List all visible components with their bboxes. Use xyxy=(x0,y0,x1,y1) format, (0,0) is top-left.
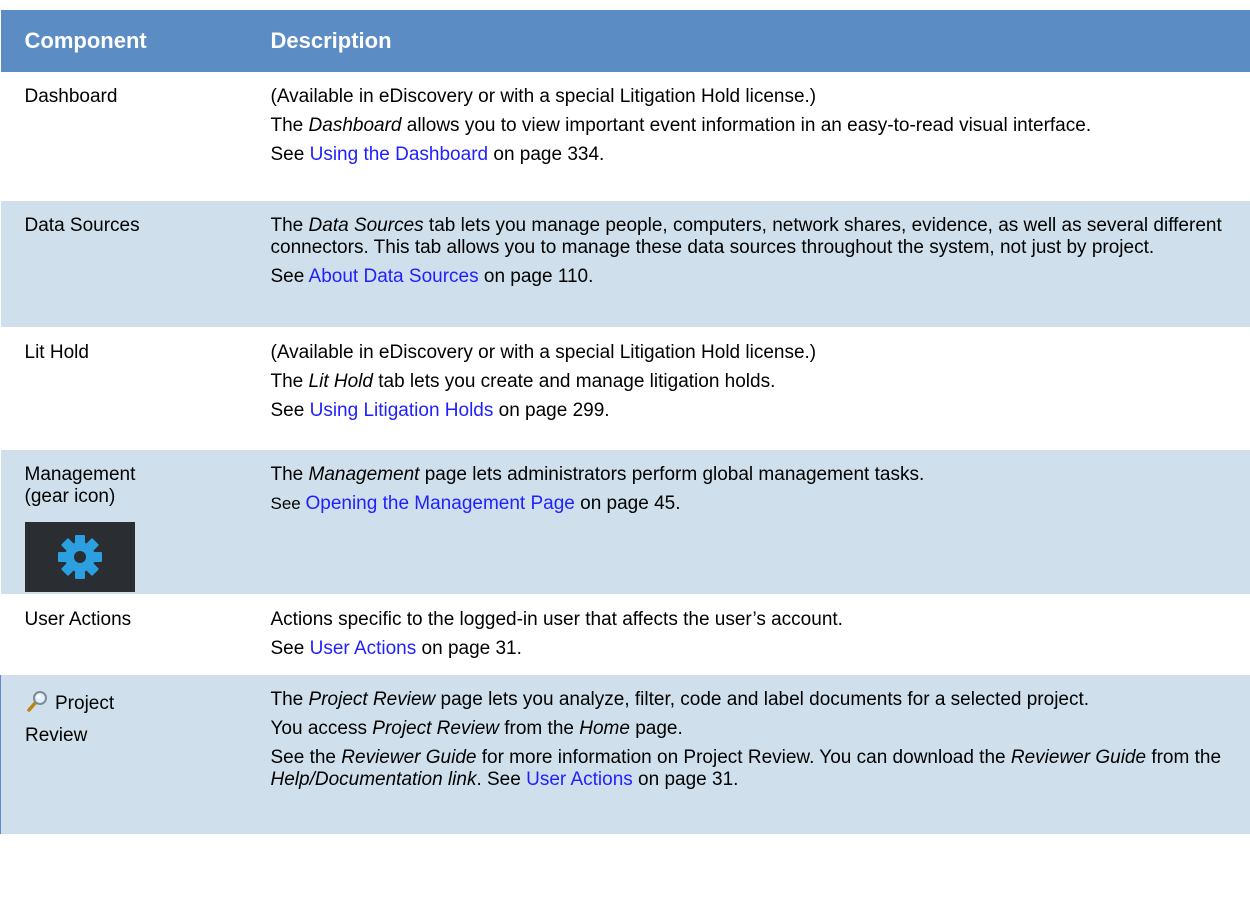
component-description: (Available in eDiscovery or with a speci… xyxy=(254,327,1250,450)
link-using-litigation-holds[interactable]: Using Litigation Holds xyxy=(310,400,494,421)
table-row-management: Management (gear icon) The Management pa… xyxy=(0,449,1250,595)
header-description: Description xyxy=(254,10,1250,72)
component-description: Actions specific to the logged-in user t… xyxy=(254,594,1250,675)
gear-icon-glyph xyxy=(57,534,102,579)
magnifier-icon xyxy=(25,689,49,719)
component-name: Dashboard xyxy=(0,72,255,201)
component-description: The Data Sources tab lets you manage peo… xyxy=(254,200,1250,328)
table-header-row: Component Description xyxy=(0,10,1250,72)
table-row-lit-hold: Lit Hold (Available in eDiscovery or wit… xyxy=(0,327,1250,450)
component-description: The Management page lets administrators … xyxy=(254,449,1250,595)
link-user-actions-2[interactable]: User Actions xyxy=(526,769,633,790)
component-name: User Actions xyxy=(0,594,255,675)
table-row-user-actions: User Actions Actions specific to the log… xyxy=(0,594,1250,675)
component-description: The Project Review page lets you analyze… xyxy=(254,674,1250,835)
link-user-actions[interactable]: User Actions xyxy=(310,638,417,659)
gear-icon xyxy=(24,521,135,592)
component-name: Project Review xyxy=(0,674,255,835)
table-row-dashboard: Dashboard (Available in eDiscovery or wi… xyxy=(0,72,1250,201)
link-opening-the-management-page[interactable]: Opening the Management Page xyxy=(305,493,574,514)
component-name: Lit Hold xyxy=(0,327,255,450)
component-table: Component Description Dashboard (Availab… xyxy=(0,10,1250,835)
component-description: (Available in eDiscovery or with a speci… xyxy=(254,72,1250,201)
header-component: Component xyxy=(0,10,255,72)
table-row-data-sources: Data Sources The Data Sources tab lets y… xyxy=(0,200,1250,328)
component-name: Data Sources xyxy=(0,200,255,328)
component-name: Management (gear icon) xyxy=(0,449,255,595)
table-row-project-review: Project Review The Project Review page l… xyxy=(0,674,1250,835)
link-about-data-sources[interactable]: About Data Sources xyxy=(309,266,479,287)
link-using-the-dashboard[interactable]: Using the Dashboard xyxy=(310,144,489,165)
